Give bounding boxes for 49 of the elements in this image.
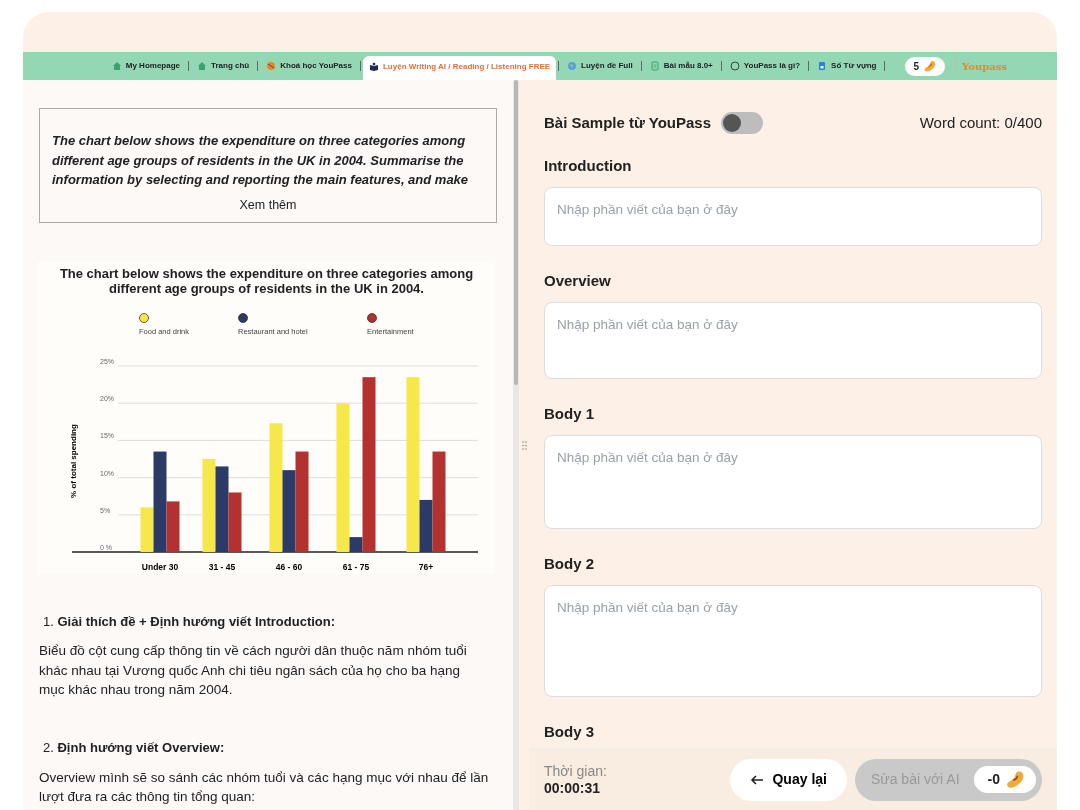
nav-tab[interactable]: Khoá học YouPass bbox=[260, 55, 358, 77]
axis-category-label: 61 - 75 bbox=[342, 561, 370, 572]
prompt-text: The chart below shows the expenditure on three categories among different age groups of residents in the UK in 2004. Summarise the information by selecting and reporting the main features, and make bbox=[52, 132, 470, 189]
paragraph: Biểu đồ cột cung cấp thông tin về cách người dân thuộc năm nhóm tuổi khác nhau tại Vương quốc Anh chi tiêu ngân sách của họ cho ba hạng mục khác nhau trong năm 2004. bbox=[39, 642, 468, 700]
input-field[interactable]: Nhập phần viết của bạn ở đây bbox=[544, 584, 1042, 697]
cost-badge: -0 bbox=[973, 766, 1036, 793]
coin-counter: 5 bbox=[905, 56, 946, 76]
arrow-left-icon bbox=[750, 774, 765, 785]
notebook-icon bbox=[817, 61, 828, 71]
input-field[interactable]: Nhập phần viết của bạn ở đây bbox=[544, 434, 1042, 529]
field-label: Introduction bbox=[544, 156, 633, 175]
paragraph: Overview mình sẽ so sánh các nhóm tuổi và các hạng mục với nhau để lần lượt đưa ra các thông tin tổng quan: bbox=[39, 768, 490, 807]
toggle-switch[interactable] bbox=[721, 112, 764, 135]
ball-icon bbox=[266, 61, 277, 71]
back-button[interactable]: Quay lại bbox=[730, 758, 847, 801]
field-label: Overview bbox=[544, 271, 612, 290]
timer-label: Thời gian: bbox=[544, 762, 607, 780]
field-label: Body 1 bbox=[544, 404, 595, 423]
chart-title: The chart below shows the expenditure on three categories among different age groups of residents in the UK in 2004. bbox=[58, 267, 475, 296]
globe-icon bbox=[567, 61, 578, 71]
drag-handle-icon[interactable] bbox=[521, 440, 527, 450]
axis-title: % of total spending bbox=[69, 423, 78, 498]
see-more-link[interactable]: Xem thêm bbox=[52, 195, 484, 215]
book-icon bbox=[368, 62, 379, 72]
document-icon bbox=[649, 61, 660, 71]
bean-icon bbox=[924, 59, 938, 73]
axis-category-label: Under 30 bbox=[141, 561, 179, 572]
axis-category-label: 31 - 45 bbox=[208, 561, 236, 572]
bean-icon bbox=[1006, 769, 1026, 790]
nav-tab[interactable]: My Homepage bbox=[105, 55, 186, 77]
toggle-label: Bài Sample từ YouPass bbox=[544, 113, 712, 133]
axis-category-label: 76+ bbox=[418, 561, 434, 572]
nav-tab[interactable]: Luyện đề Full bbox=[561, 55, 639, 77]
field-label: Body 2 bbox=[544, 554, 595, 573]
scrollbar-thumb[interactable] bbox=[514, 80, 518, 385]
nav-tab[interactable]: Sổ Từ vựng bbox=[811, 55, 883, 77]
home-icon bbox=[197, 61, 207, 71]
section-heading: 1. Giải thích đề + Định hướng viết Introduction: bbox=[42, 612, 337, 631]
nav-tab[interactable]: Bài mẫu 8.0+ bbox=[643, 55, 719, 77]
home-icon bbox=[111, 61, 122, 71]
input-field[interactable]: Nhập phần viết của bạn ở đây bbox=[544, 301, 1042, 379]
section-heading: 2. Định hướng viết Overview: bbox=[42, 739, 226, 758]
input-field[interactable]: Nhập phần viết của bạn ở đây bbox=[544, 186, 1042, 246]
nav-tab[interactable]: YouPass là gì? bbox=[723, 55, 807, 77]
nav-tab[interactable]: Trang chủ bbox=[191, 55, 256, 77]
word-count: Word count: 0/400 bbox=[919, 113, 1042, 133]
field-label: Body 3 bbox=[544, 722, 595, 741]
timer-value: 00:00:31 bbox=[544, 779, 602, 797]
axis-category-label: 46 - 60 bbox=[275, 561, 303, 572]
